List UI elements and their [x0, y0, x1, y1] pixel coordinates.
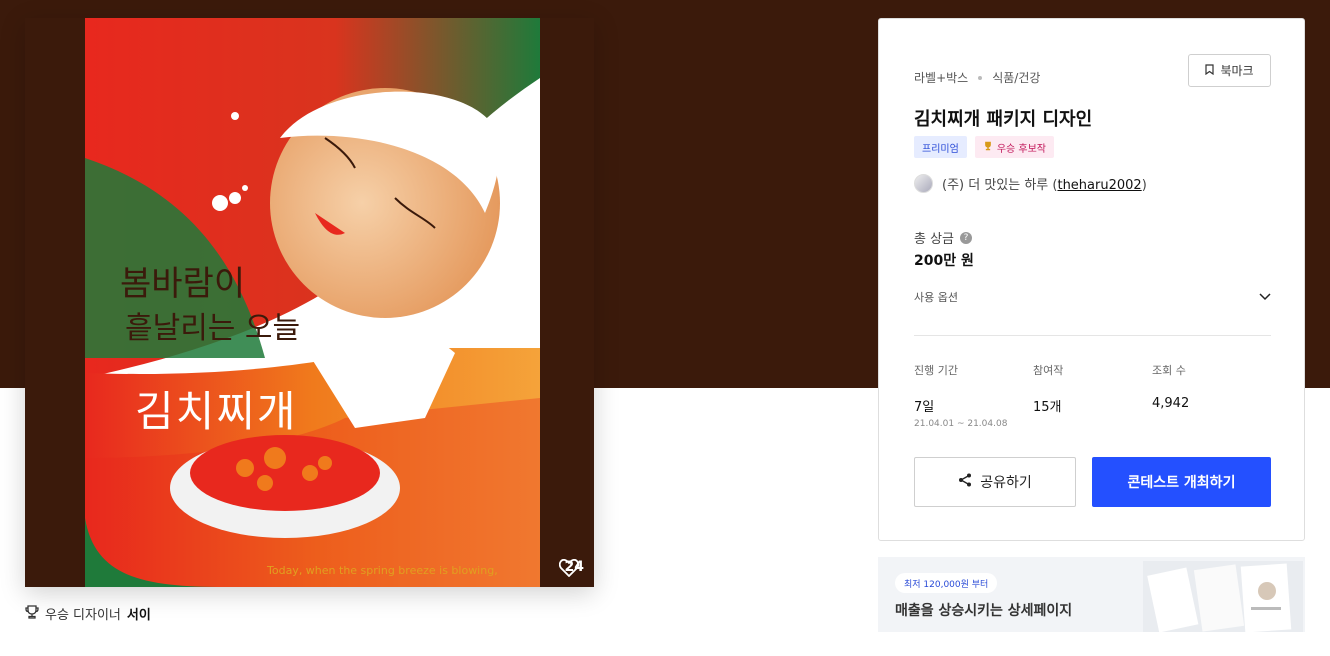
banner-mockup-image — [1143, 561, 1303, 632]
contest-title: 김치찌개 패키지 디자인 — [914, 109, 1093, 130]
host-contest-button[interactable]: 콘테스트 개최하기 — [1092, 457, 1271, 507]
prize-label-text: 총 상금 — [914, 232, 955, 247]
bookmark-label: 북마크 — [1220, 64, 1254, 78]
poem-line-1: 봄바람이 — [120, 264, 246, 304]
winner-designer: 우승 디자이너 서이 — [25, 604, 151, 623]
total-prize-label: 총 상금 ? — [914, 228, 973, 247]
stat-views: 조회 수 4,942 — [1152, 362, 1189, 411]
owner-company: (주) 더 맛있는 하루 ( — [942, 178, 1058, 193]
winner-name[interactable]: 서이 — [127, 604, 151, 623]
divider — [914, 335, 1271, 336]
winner-prefix: 우승 디자이너 — [45, 608, 121, 623]
breadcrumb-subcategory[interactable]: 식품/건강 — [992, 69, 1040, 86]
owner-close-paren: ) — [1141, 178, 1147, 193]
chevron-down-icon — [1259, 291, 1271, 304]
breadcrumb-category[interactable]: 라벨+박스 — [914, 69, 968, 86]
host-owner: (주) 더 맛있는 하루 (theharu2002) — [914, 174, 1147, 193]
winner-candidate-badge: 우승 후보작 — [974, 136, 1054, 158]
stat-entries: 참여작 15개 — [1033, 362, 1063, 415]
entries-value: 15개 — [1033, 400, 1062, 415]
bookmark-icon — [1205, 63, 1215, 78]
entries-label: 참여작 — [1033, 364, 1064, 377]
help-icon[interactable]: ? — [960, 231, 973, 244]
winner-candidate-label: 우승 후보작 — [996, 143, 1046, 155]
product-name: 김치찌개 — [135, 387, 298, 436]
breadcrumb: 라벨+박스 식품/건강 — [914, 69, 1040, 86]
badge-group: 프리미엄 우승 후보작 — [914, 136, 1054, 158]
premium-badge: 프리미엄 — [914, 136, 967, 158]
owner-handle-link[interactable]: theharu2002 — [1057, 178, 1141, 193]
kimchi-illustration — [85, 18, 540, 587]
share-button[interactable]: 공유하기 — [914, 457, 1076, 507]
breadcrumb-separator — [978, 75, 983, 80]
share-icon — [958, 473, 972, 491]
period-label: 진행 기간 — [914, 364, 958, 377]
contest-info-card: 라벨+박스 식품/건강 북마크 김치찌개 패키지 디자인 프리미엄 우승 후보작… — [878, 18, 1305, 541]
contest-artwork[interactable]: 봄바람이 흩날리는 오늘 김치찌개 Today, when the spring… — [25, 18, 594, 587]
stat-period: 진행 기간 7일 21.04.01 ~ 21.04.08 — [914, 362, 1007, 429]
trophy-icon — [25, 604, 39, 623]
promo-banner[interactable]: 최저 120,000원 부터 매출을 상승시키는 상세페이지 — [878, 557, 1305, 632]
usage-options-toggle[interactable]: 사용 옵션 — [914, 289, 1271, 305]
views-label: 조회 수 — [1152, 364, 1186, 377]
artwork-tagline: Today, when the spring breeze is blowing… — [267, 564, 498, 577]
views-value: 4,942 — [1152, 396, 1190, 411]
period-value: 7일 — [914, 400, 935, 415]
period-dates: 21.04.01 ~ 21.04.08 — [914, 419, 1008, 429]
trophy-icon — [983, 141, 993, 154]
avatar — [914, 174, 933, 193]
total-prize-value: 200만 원 — [914, 253, 974, 269]
like-button[interactable]: 24 — [558, 559, 584, 577]
share-label: 공유하기 — [980, 475, 1032, 491]
bookmark-button[interactable]: 북마크 — [1188, 54, 1271, 87]
usage-options-label: 사용 옵션 — [914, 291, 958, 304]
banner-headline: 매출을 상승시키는 상세페이지 — [895, 603, 1073, 619]
banner-price-tag: 최저 120,000원 부터 — [895, 573, 998, 593]
poem-line-2: 흩날리는 오늘 — [125, 311, 301, 346]
